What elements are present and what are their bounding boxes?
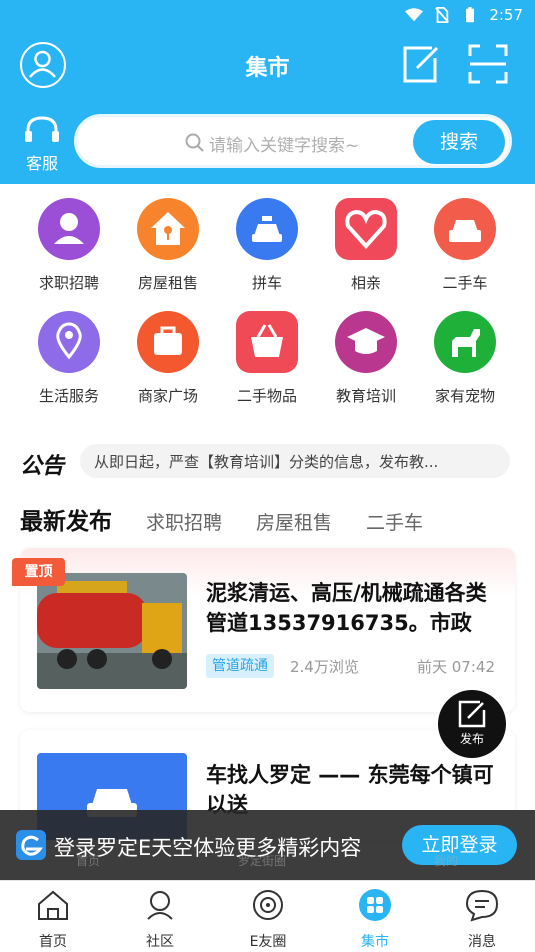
message-icon: [465, 889, 499, 922]
category-label: 相亲: [350, 274, 381, 292]
post-card[interactable]: 泥浆清运、高压/机械疏通各类管道13537916735。市政 管道疏通 2.4万…: [20, 548, 515, 712]
nav-label: 消息: [468, 934, 496, 950]
post-title: 泥浆清运、高压/机械疏通各类管道13537916735。市政: [206, 581, 487, 635]
category-used-goods[interactable]: 二手物品: [217, 311, 317, 406]
category-label: 商家广场: [137, 387, 198, 405]
login-button[interactable]: 立即登录: [402, 825, 517, 865]
nav-messages[interactable]: 消息: [442, 887, 522, 951]
tab-housing[interactable]: 房屋租售: [256, 508, 332, 535]
publish-button[interactable]: 发布: [438, 690, 506, 758]
post-time: 前天 07:42: [417, 658, 495, 676]
top-header: 2:57 集市 客服 请输入关键字搜索~ 搜索: [0, 0, 535, 184]
category-education[interactable]: 教育培训: [316, 311, 416, 406]
post-thumbnail: [37, 573, 187, 689]
nav-label: 集市: [361, 934, 389, 950]
login-prompt: 登录罗定E天空体验更多精彩内容: [54, 836, 362, 860]
nav-market[interactable]: 集市: [335, 887, 415, 951]
category-pets[interactable]: 家有宠物: [415, 311, 515, 406]
scan-icon[interactable]: [468, 44, 508, 84]
nav-home[interactable]: 首页: [13, 887, 93, 951]
category-label: 房屋租售: [137, 274, 198, 292]
category-label: 二手物品: [236, 387, 297, 405]
category-merchants[interactable]: 商家广场: [118, 311, 218, 406]
category-jobs[interactable]: 求职招聘: [19, 198, 119, 293]
category-used-cars[interactable]: 二手车: [415, 198, 515, 293]
category-label: 教育培训: [335, 387, 396, 405]
ghost-label: 首页: [76, 854, 101, 868]
market-icon: [359, 889, 391, 921]
taxi-icon: [236, 198, 298, 260]
battery-icon: [466, 7, 475, 23]
search-input[interactable]: 请输入关键字搜索~: [209, 131, 359, 156]
nav-label: E友圈: [249, 934, 287, 950]
category-label: 求职招聘: [38, 274, 99, 292]
home-icon: [38, 890, 68, 920]
edit-icon[interactable]: [402, 44, 440, 84]
heart-icon: [335, 198, 397, 260]
basket-icon: [236, 311, 298, 373]
feed-tabs: 最新发布 求职招聘 房屋租售 二手车: [20, 502, 457, 536]
edit-icon: [458, 700, 486, 728]
app-logo-icon: [16, 830, 46, 860]
house-icon: [137, 198, 199, 260]
ghost-label: 我的: [434, 854, 459, 868]
category-label: 二手车: [442, 274, 488, 292]
community-icon: [147, 891, 173, 920]
person-icon: [38, 198, 100, 260]
category-label: 拼车: [251, 274, 282, 292]
pinned-badge: 置顶: [12, 558, 65, 586]
page-title: 集市: [245, 56, 290, 81]
status-bar: 2:57: [0, 0, 535, 30]
tab-used-cars[interactable]: 二手车: [366, 508, 423, 535]
car-icon: [434, 198, 496, 260]
nav-label: 社区: [146, 934, 174, 950]
customer-service-label: 客服: [25, 154, 58, 173]
nav-e-friends[interactable]: E友圈: [228, 887, 308, 951]
notice-logo: 公告: [20, 454, 65, 479]
customer-service-button[interactable]: 客服: [20, 116, 64, 174]
publish-label: 发布: [459, 732, 484, 746]
category-label: 生活服务: [38, 387, 99, 405]
location-icon: [38, 311, 100, 373]
notice-text[interactable]: 从即日起，严查【教育培训】分类的信息，发布教...: [80, 444, 510, 478]
category-life-service[interactable]: 生活服务: [19, 311, 119, 406]
title-bar: 集市: [0, 36, 535, 94]
headset-icon: [25, 116, 59, 142]
login-banner: 登录罗定E天空体验更多精彩内容 立即登录: [0, 810, 535, 880]
search-bar: 请输入关键字搜索~ 搜索: [74, 114, 512, 168]
bottom-nav: 首页 社区 E友圈 集市 消息: [0, 880, 535, 952]
circle-icon: [253, 890, 283, 920]
status-time: 2:57: [489, 6, 523, 24]
nav-community[interactable]: 社区: [120, 887, 200, 951]
graduation-cap-icon: [335, 311, 397, 373]
search-icon: [185, 133, 204, 152]
search-button[interactable]: 搜索: [413, 120, 505, 164]
tab-latest[interactable]: 最新发布: [20, 502, 112, 536]
post-views: 2.4万浏览: [290, 658, 359, 676]
category-dating[interactable]: 相亲: [316, 198, 416, 293]
wifi-icon: [405, 8, 424, 22]
category-label: 家有宠物: [434, 387, 495, 405]
category-carpool[interactable]: 拼车: [217, 198, 317, 293]
nav-label: 首页: [39, 934, 67, 950]
dog-icon: [434, 311, 496, 373]
post-tag: 管道疏通: [206, 654, 274, 678]
tab-jobs[interactable]: 求职招聘: [146, 508, 222, 535]
shop-bag-icon: [137, 311, 199, 373]
ghost-label: 罗定街圈: [238, 854, 287, 868]
no-sim-icon: [435, 7, 450, 23]
category-housing[interactable]: 房屋租售: [118, 198, 218, 293]
